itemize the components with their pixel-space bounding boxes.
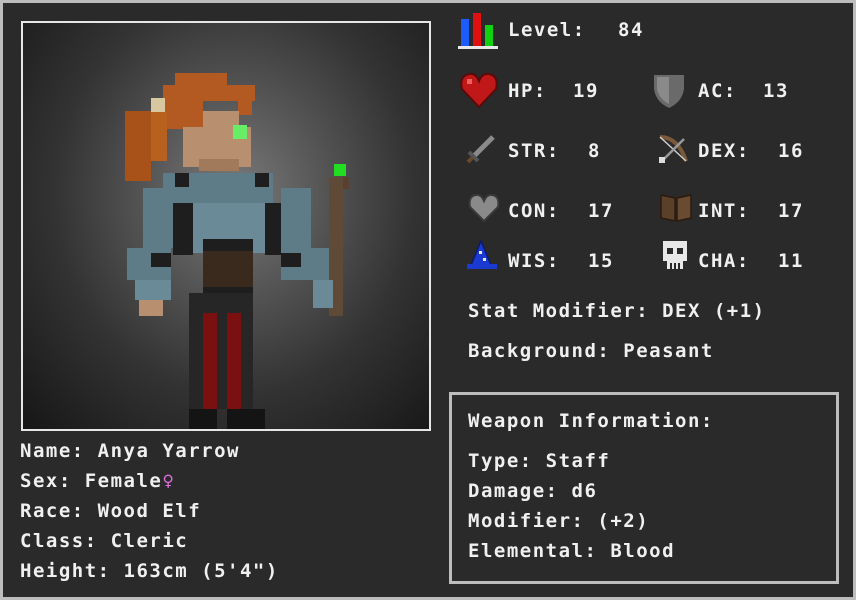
cha-value: 11 xyxy=(778,250,804,272)
wizard-hat-icon xyxy=(467,239,497,269)
heart-icon xyxy=(460,72,498,109)
sword-icon xyxy=(466,135,495,164)
int-value: 17 xyxy=(778,200,804,222)
book-icon xyxy=(660,194,692,222)
ac-value: 13 xyxy=(763,80,789,102)
skull-icon xyxy=(663,241,687,269)
female-symbol-icon: ♀ xyxy=(162,470,176,492)
character-name: Name: Anya Yarrow xyxy=(20,440,240,462)
stat-bars-icon xyxy=(458,13,498,49)
character-sprite xyxy=(125,73,349,429)
hp-value: 19 xyxy=(573,80,599,102)
background: Background: Peasant xyxy=(468,340,714,362)
level-label: Level: xyxy=(508,19,586,41)
hp-label: HP: xyxy=(508,80,547,102)
con-label: CON: xyxy=(508,200,560,222)
dex-label: DEX: xyxy=(698,140,750,162)
character-class: Class: Cleric xyxy=(20,530,189,552)
sex-text: Sex: Female xyxy=(20,470,163,492)
level-value: 84 xyxy=(618,19,644,41)
str-value: 8 xyxy=(588,140,601,162)
weapon-type: Type: Staff xyxy=(468,450,611,472)
str-label: STR: xyxy=(508,140,560,162)
weapon-elemental: Elemental: Blood xyxy=(468,540,676,562)
stat-modifier: Stat Modifier: DEX (+1) xyxy=(468,300,766,322)
weapon-title: Weapon Information: xyxy=(468,410,714,432)
cha-label: CHA: xyxy=(698,250,750,272)
character-portrait xyxy=(21,21,431,431)
weapon-modifier: Modifier: (+2) xyxy=(468,510,650,532)
character-sex: Sex: Female♀ xyxy=(20,470,175,492)
character-height: Height: 163cm (5'4") xyxy=(20,560,279,582)
ac-label: AC: xyxy=(698,80,737,102)
con-value: 17 xyxy=(588,200,614,222)
character-race: Race: Wood Elf xyxy=(20,500,202,522)
int-label: INT: xyxy=(698,200,750,222)
weapon-damage: Damage: d6 xyxy=(468,480,598,502)
wis-label: WIS: xyxy=(508,250,560,272)
bow-icon xyxy=(659,135,688,163)
character-sheet: Level: 84 HP: 19 AC: 13 STR: 8 DEX: 16 C… xyxy=(0,0,856,600)
grey-heart-icon xyxy=(468,193,500,223)
wis-value: 15 xyxy=(588,250,614,272)
shield-icon xyxy=(652,73,686,111)
dex-value: 16 xyxy=(778,140,804,162)
